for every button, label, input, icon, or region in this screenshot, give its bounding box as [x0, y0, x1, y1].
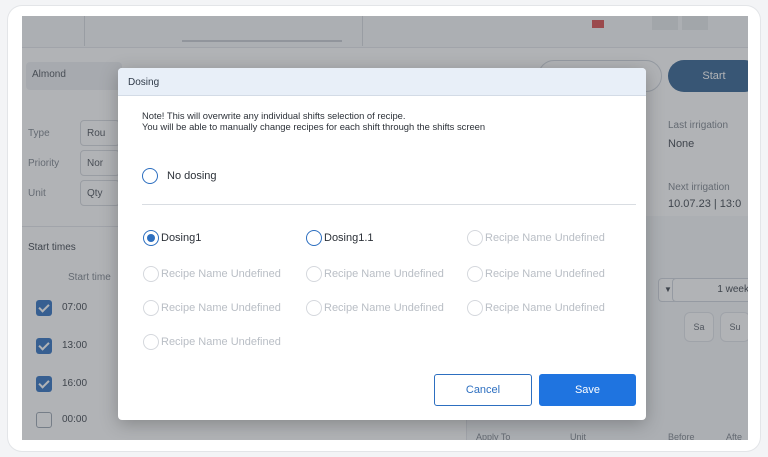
recipe-label: Recipe Name Undefined — [485, 268, 605, 280]
recipe-label: Recipe Name Undefined — [324, 302, 444, 314]
recipe-label: Recipe Name Undefined — [161, 336, 281, 348]
no-dosing-radio[interactable] — [142, 168, 158, 184]
dosing-dialog: Dosing Note! This will overwrite any ind… — [118, 68, 646, 420]
note-line: Note! This will overwrite any individual… — [142, 110, 406, 121]
recipe-label: Recipe Name Undefined — [485, 232, 605, 244]
recipe-label[interactable]: Dosing1 — [161, 232, 201, 244]
recipe-radio-dosing1-1[interactable] — [306, 230, 322, 246]
no-dosing-label[interactable]: No dosing — [167, 170, 217, 182]
recipe-label[interactable]: Dosing1.1 — [324, 232, 374, 244]
dialog-divider — [142, 204, 636, 205]
recipe-radio-dosing1[interactable] — [143, 230, 159, 246]
device-frame: Almond Start Type Rou Priority Nor Unit … — [8, 6, 760, 451]
recipe-label: Recipe Name Undefined — [161, 302, 281, 314]
recipe-radio-undefined — [467, 266, 483, 282]
recipe-radio-undefined — [143, 334, 159, 350]
recipe-radio-undefined — [306, 266, 322, 282]
recipe-label: Recipe Name Undefined — [324, 268, 444, 280]
dialog-note: Note! This will overwrite any individual… — [142, 110, 485, 132]
recipe-radio-undefined — [467, 230, 483, 246]
recipe-label: Recipe Name Undefined — [161, 268, 281, 280]
recipe-label: Recipe Name Undefined — [485, 302, 605, 314]
recipe-radio-undefined — [143, 300, 159, 316]
note-line: You will be able to manually change reci… — [142, 121, 486, 132]
recipe-radio-undefined — [306, 300, 322, 316]
dialog-header: Dosing — [118, 68, 646, 96]
recipe-radio-undefined — [143, 266, 159, 282]
save-button[interactable]: Save — [539, 374, 636, 406]
cancel-button[interactable]: Cancel — [434, 374, 532, 406]
app-screen: Almond Start Type Rou Priority Nor Unit … — [22, 16, 748, 440]
dialog-title: Dosing — [128, 77, 160, 88]
recipe-radio-undefined — [467, 300, 483, 316]
